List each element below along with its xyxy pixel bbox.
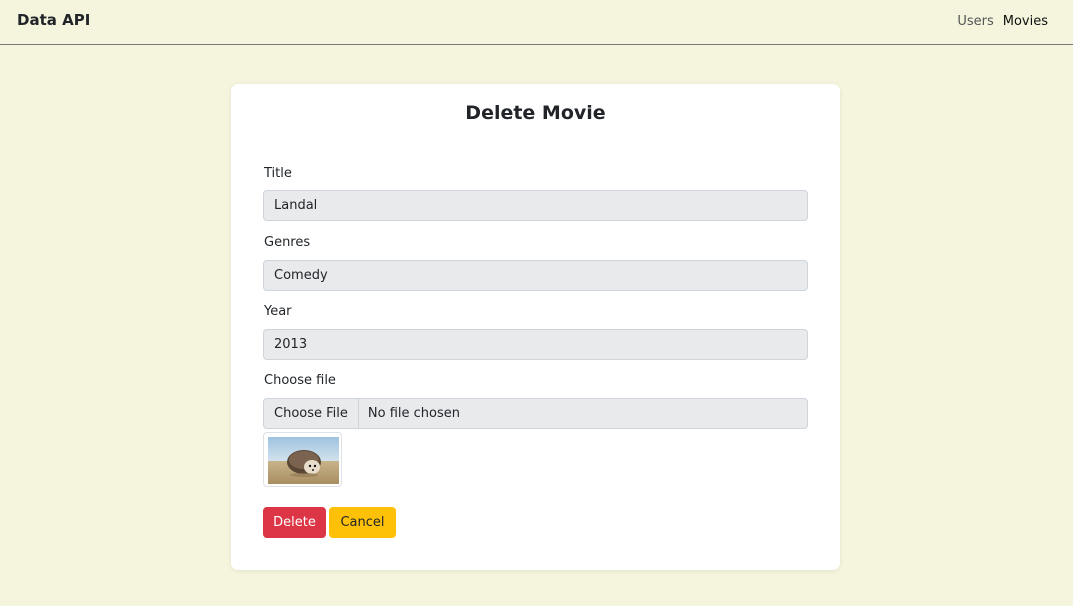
nav-links: Users Movies [957, 14, 1048, 29]
title-label: Title [264, 166, 292, 181]
file-input[interactable]: Choose File No file chosen [263, 398, 808, 429]
genres-field[interactable]: Comedy [263, 260, 808, 291]
nav-link-users[interactable]: Users [957, 14, 993, 29]
file-status-text: No file chosen [367, 406, 460, 421]
genres-label: Genres [264, 235, 311, 250]
movie-thumbnail [263, 432, 342, 487]
nav-link-movies[interactable]: Movies [1003, 14, 1048, 29]
hedgehog-image [268, 437, 339, 484]
file-label: Choose file [264, 373, 336, 388]
year-field[interactable]: 2013 [263, 329, 808, 360]
page-title: Delete Movie [465, 102, 606, 124]
choose-file-button[interactable]: Choose File [264, 399, 359, 428]
delete-button[interactable]: Delete [263, 507, 326, 538]
delete-movie-card: Delete Movie Title Landal Genres Comedy … [231, 84, 840, 570]
title-field[interactable]: Landal [263, 190, 808, 221]
top-navbar: Data API Users Movies [0, 0, 1073, 45]
year-label: Year [264, 304, 292, 319]
cancel-button[interactable]: Cancel [329, 507, 396, 538]
brand-link[interactable]: Data API [17, 11, 90, 29]
